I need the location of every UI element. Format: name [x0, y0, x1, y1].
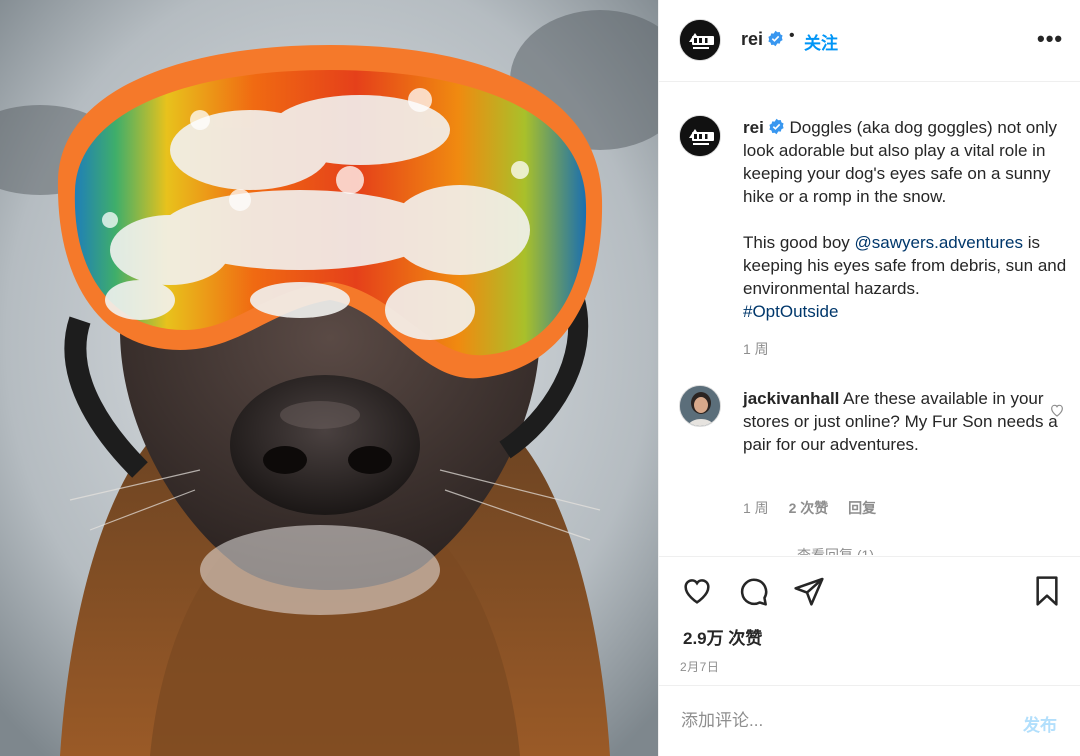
heart-icon[interactable] — [681, 575, 713, 607]
comment-meta: 1 周 2 次赞 回复 — [743, 498, 892, 518]
caption-author-avatar[interactable] — [679, 115, 721, 157]
post-side-panel: rei • 关注 ••• rei Doggles (aka dog goggle… — [658, 0, 1080, 756]
post-likes-count[interactable]: 2.9万 次赞 — [683, 624, 762, 649]
post-header: rei • 关注 ••• — [659, 0, 1080, 82]
add-comment-input[interactable] — [681, 708, 1001, 734]
dog-with-goggles-image — [0, 0, 658, 756]
caption-text-2a: This good boy — [743, 233, 855, 252]
comment-timestamp[interactable]: 1 周 — [743, 500, 769, 516]
mention-link[interactable]: @sawyers.adventures — [855, 233, 1023, 252]
commenter-avatar[interactable] — [679, 385, 721, 427]
comment-likes-count[interactable]: 2 次赞 — [789, 500, 829, 516]
commenter-username[interactable]: jackivanhall — [743, 389, 839, 408]
bookmark-icon[interactable] — [1031, 575, 1063, 607]
hashtag-link[interactable]: #OptOutside — [743, 302, 838, 321]
post-photo[interactable] — [0, 0, 658, 756]
view-replies-button[interactable]: 查看回复 (1) — [797, 545, 883, 555]
post-caption: rei Doggles (aka dog goggles) not only l… — [743, 116, 1069, 323]
comment-icon[interactable] — [737, 575, 769, 607]
caption-author[interactable]: rei — [743, 118, 785, 137]
caption-text-1: Doggles (aka dog goggles) not only look … — [743, 118, 1057, 206]
add-comment-bar: 发布 — [659, 685, 1080, 756]
verified-badge-icon — [768, 30, 783, 47]
reply-button[interactable]: 回复 — [848, 500, 876, 516]
verified-badge-icon — [769, 118, 784, 135]
more-options-button[interactable]: ••• — [1037, 26, 1063, 52]
rei-logo-icon — [680, 20, 720, 60]
user-photo-icon — [680, 386, 720, 426]
comments-section[interactable]: rei Doggles (aka dog goggles) not only l… — [659, 83, 1080, 555]
post-date[interactable]: 2月7日 — [680, 658, 719, 675]
post-author-username[interactable]: rei — [741, 29, 784, 50]
follow-button[interactable]: 关注 — [804, 29, 838, 54]
caption-meta: 1 周 — [743, 339, 785, 359]
post-action-bar: 2.9万 次赞 2月7日 — [659, 556, 1080, 685]
share-icon[interactable] — [793, 575, 825, 607]
separator-dot: • — [789, 27, 795, 44]
comment-item: jackivanhall Are these available in your… — [743, 387, 1069, 456]
post-comment-button[interactable]: 发布 — [1023, 711, 1057, 736]
author-name[interactable]: rei — [741, 29, 763, 49]
view-replies-label: 查看回复 (1) — [797, 547, 874, 555]
caption-timestamp[interactable]: 1 周 — [743, 341, 769, 357]
rei-logo-icon — [680, 116, 720, 156]
rei-avatar[interactable] — [679, 19, 721, 61]
comment-like-heart-icon[interactable] — [1049, 402, 1065, 418]
